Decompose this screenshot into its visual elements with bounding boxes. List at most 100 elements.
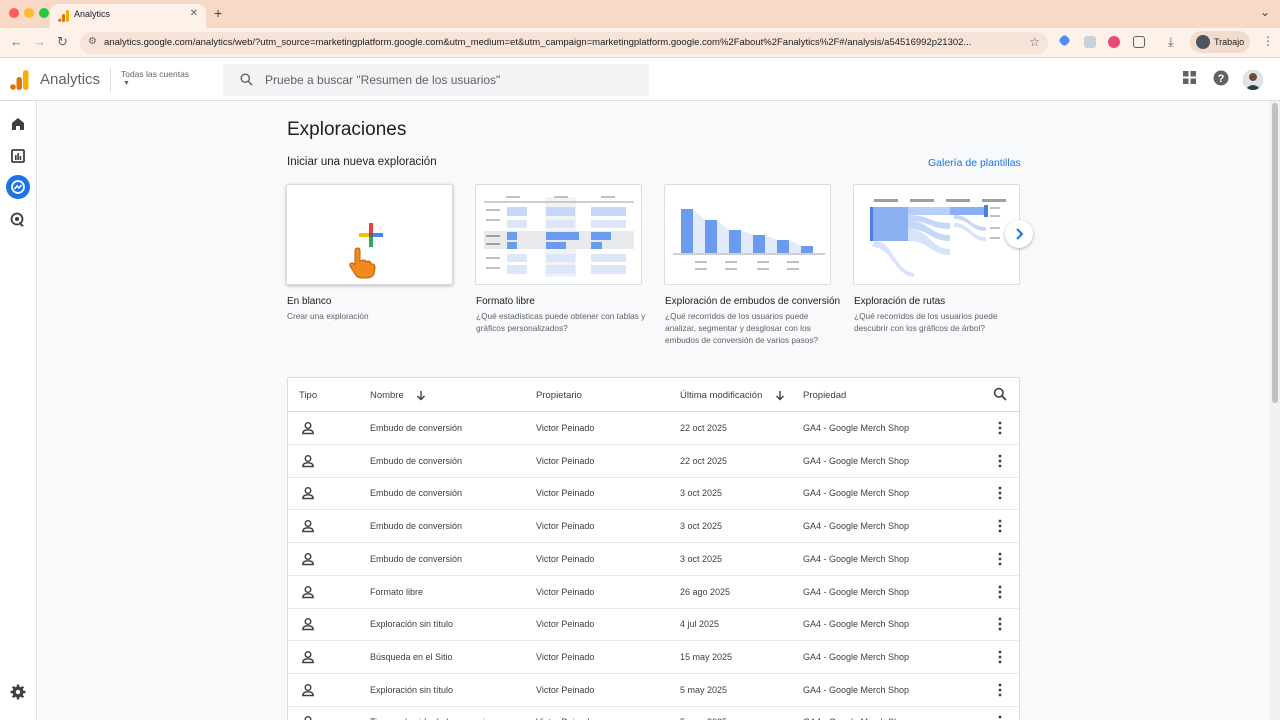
column-header-name[interactable]: Nombre [370,390,404,401]
template-card-funnel[interactable] [664,184,831,285]
bookmark-star-icon[interactable]: ☆ [1029,35,1040,49]
more-options-icon[interactable] [998,585,1002,599]
explore-nav-button[interactable] [6,175,30,199]
path-preview-image [870,199,1006,277]
main-content: Exploraciones Iniciar una nueva explorac… [38,101,1270,720]
site-info-icon[interactable]: ⚙ [88,36,97,47]
account-selector[interactable]: Todas las cuentas [121,69,189,79]
modified-date: 5 may 2025 [680,684,728,695]
new-tab-icon[interactable]: + [214,5,222,21]
address-bar[interactable]: ⚙ analytics.google.com/analytics/web/?ut… [80,32,1048,54]
template-title[interactable]: Exploración de rutas [854,296,945,307]
extensions-puzzle-icon[interactable] [1133,36,1145,48]
scrollbar-thumb[interactable] [1272,103,1278,403]
table-row[interactable]: Embudo de conversión Victor Peinado 3 oct … [288,543,1021,576]
template-description: ¿Qué estadísticas puede obtener con tabl… [476,311,646,333]
search-input[interactable]: Pruebe a buscar "Resumen de los usuarios… [223,64,649,96]
exploration-name[interactable]: Embudo de conversión [370,423,462,433]
search-icon[interactable] [993,387,1007,401]
more-options-icon[interactable] [998,617,1002,631]
analytics-logo-icon [10,70,29,90]
owner-name: Victor Peinado [536,488,595,499]
sort-arrow-down-icon[interactable] [775,390,785,401]
advertising-icon[interactable] [9,211,27,229]
extension-icon[interactable] [1058,34,1071,47]
exploration-name[interactable]: Formato libre [370,587,423,597]
exploration-name[interactable]: Exploración sin título [370,685,453,695]
exploration-name[interactable]: Búsqueda en el Sitio [370,652,453,662]
next-templates-button[interactable] [1005,220,1033,248]
table-row[interactable]: Embudo de conversión Victor Peinado 22 oct… [288,445,1021,478]
svg-text:?: ? [1218,73,1225,85]
more-options-icon[interactable] [998,650,1002,664]
table-row[interactable]: Tiempo de vida de los usuariosVictor Pei… [288,706,1021,720]
app-name: Analytics [40,71,101,88]
reload-icon[interactable]: ↻ [57,34,68,50]
property-name: GA4 - Google Merch Shop [803,553,910,564]
maximize-window-button[interactable] [39,8,49,18]
avatar[interactable] [1243,70,1263,90]
more-options-icon[interactable] [998,715,1002,720]
sort-arrow-down-icon[interactable] [416,390,426,401]
profile-avatar [1196,35,1210,49]
caret-down-icon[interactable]: ▼ [123,80,130,87]
column-header-modified[interactable]: Última modificación [680,390,762,401]
help-icon[interactable]: ? [1213,70,1229,86]
apps-grid-icon[interactable] [1183,71,1196,84]
extension-icon[interactable] [1084,36,1096,48]
template-description: ¿Qué recorridos de los usuarios puede de… [854,311,998,333]
column-header-property[interactable]: Propiedad [803,390,846,401]
exploration-name[interactable]: Embudo de conversión [370,488,462,498]
table-row[interactable]: Embudo de conversión Victor Peinado 3 oct … [288,510,1021,544]
divider [110,68,111,92]
more-options-icon[interactable] [998,683,1002,697]
download-icon[interactable]: ⤓ [1168,34,1174,50]
minimize-window-button[interactable] [24,8,34,18]
more-options-icon[interactable] [998,519,1002,533]
owner-name: Victor Peinado [536,619,595,630]
exploration-name[interactable]: Exploración sin título [370,619,453,629]
table-row[interactable]: Exploración sin título Victor Peinado 5 ma… [288,674,1021,707]
more-options-icon[interactable] [998,454,1002,468]
chevron-right-icon [1016,228,1024,240]
more-options-icon[interactable] [998,552,1002,566]
scrollbar[interactable] [1270,101,1280,720]
template-card-freeform[interactable] [475,184,642,285]
exploration-name[interactable]: Embudo de conversión [370,554,462,564]
browser-menu-icon[interactable]: ⋮ [1262,34,1274,48]
exploration-name[interactable]: Embudo de conversión [370,521,462,531]
template-card-path[interactable] [853,184,1020,285]
extension-icon[interactable] [1108,36,1120,48]
exploration-name[interactable]: Embudo de conversión [370,456,462,466]
template-gallery-link[interactable]: Galería de plantillas [928,157,1021,169]
column-header-type[interactable]: Tipo [299,390,317,401]
close-tab-icon[interactable]: ✕ [190,8,198,19]
property-name: GA4 - Google Merch Shop [803,455,910,466]
user-icon [302,650,314,664]
back-icon[interactable]: ← [10,34,23,49]
settings-gear-icon[interactable] [9,683,27,701]
more-options-icon[interactable] [998,486,1002,500]
browser-tab[interactable]: Analytics ✕ [50,4,206,28]
modified-date: 4 jul 2025 [680,619,720,630]
template-title[interactable]: En blanco [287,296,331,307]
table-row[interactable]: Formato libre Victor Peinado 26 ago 2025 GA… [288,576,1021,609]
more-options-icon[interactable] [998,421,1002,435]
table-row[interactable]: Búsqueda en el Sitio Victor Peinado 15 may… [288,641,1021,674]
table-row[interactable]: Embudo de conversión Victor Peinado 3 oct … [288,477,1021,511]
template-card-blank[interactable] [286,184,453,285]
home-icon[interactable] [9,115,27,133]
close-window-button[interactable] [9,8,19,18]
column-header-owner[interactable]: Propietario [536,390,582,401]
table-row[interactable]: Exploración sin título Victor Peinado 4 ju… [288,608,1021,642]
reports-icon[interactable] [9,147,27,165]
profile-button[interactable]: Trabajo [1190,31,1250,53]
forward-icon[interactable]: → [33,34,46,49]
template-title[interactable]: Formato libre [476,296,535,307]
template-title[interactable]: Exploración de embudos de conversión [665,296,840,307]
owner-name: Victor Peinado [536,651,595,662]
template-description: Crear una exploración [287,311,369,321]
table-row[interactable]: Embudo de conversión Victor Peinado 22 oct… [288,412,1021,445]
property-name: GA4 - Google Merch Shop [803,651,910,662]
tab-search-icon[interactable]: ⌄ [1260,5,1270,19]
